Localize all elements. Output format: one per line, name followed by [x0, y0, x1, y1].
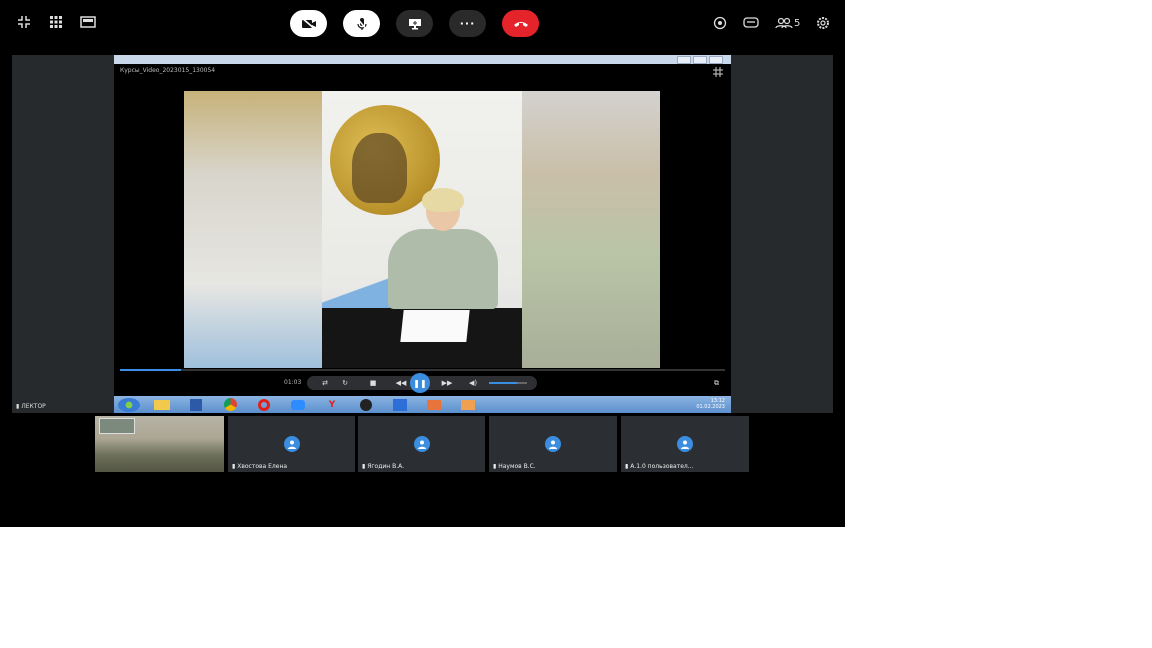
- participants-count: 5: [794, 17, 801, 29]
- participants-icon[interactable]: 5: [775, 15, 800, 31]
- participant-name: Ягодин В.А.: [367, 463, 405, 470]
- screen-share-button[interactable]: [396, 10, 433, 37]
- volume-slider[interactable]: [489, 382, 527, 384]
- explorer-icon[interactable]: [150, 398, 174, 412]
- seek-bar[interactable]: [120, 369, 725, 371]
- participant-name: А.1.0 пользовател...: [630, 463, 694, 470]
- camera-off-button[interactable]: [290, 10, 327, 37]
- user-avatar-icon: [677, 436, 693, 452]
- camera-off-icon: [300, 17, 317, 30]
- participant-tile[interactable]: ▮ А.1.0 пользовател...: [621, 416, 749, 472]
- user-avatar-icon: [545, 436, 561, 452]
- windows-taskbar: Y 13:12 01.02.2023: [114, 396, 731, 413]
- more-button[interactable]: ···: [449, 10, 486, 37]
- screen-share-icon: [408, 18, 421, 29]
- user-avatar-icon: [413, 436, 430, 452]
- save-icon[interactable]: [184, 398, 208, 412]
- maximize-icon[interactable]: [693, 56, 707, 64]
- window-titlebar: [114, 55, 731, 64]
- participant-name-wrap: ▮ Наумов В.С.: [493, 463, 536, 470]
- participant-name-wrap: ▮ А.1.0 пользовател...: [625, 463, 693, 470]
- repeat-icon[interactable]: ↻: [335, 378, 355, 388]
- mic-off-button[interactable]: [343, 10, 380, 37]
- minimize-icon[interactable]: [677, 56, 691, 64]
- fast-forward-icon[interactable]: ▶▶: [437, 378, 457, 388]
- participant-tile[interactable]: ▮ Ягодин В.А.: [358, 416, 485, 472]
- system-clock: 13:12 01.02.2023: [696, 398, 725, 410]
- video-conference-app: ··· 5 ▮ ЛЕКТОР Курсы_Video_2023015_13005…: [0, 0, 845, 527]
- pause-button[interactable]: ❚❚: [410, 373, 430, 393]
- settings-icon[interactable]: [816, 15, 830, 31]
- volume-icon[interactable]: ◀): [463, 378, 483, 388]
- paper-sheet: [400, 310, 470, 342]
- start-button-icon[interactable]: [118, 397, 140, 412]
- zoom-icon[interactable]: [286, 398, 310, 412]
- participant-tile[interactable]: ▮ Хвостова Елена: [228, 416, 355, 472]
- stop-icon[interactable]: ■: [363, 378, 383, 388]
- self-view-thumbnail: [99, 418, 135, 434]
- video-title: Курсы_Video_2023015_130054: [120, 67, 216, 74]
- video-blur-left: [184, 91, 322, 368]
- participant-tile[interactable]: ▮ Наумов В.С.: [489, 416, 617, 472]
- speaker-body: [388, 229, 498, 309]
- miniplayer-icon[interactable]: ⧉: [714, 379, 719, 388]
- video-speaker-view: [322, 91, 522, 368]
- screen-layout-icon[interactable]: [80, 14, 96, 30]
- grid-view-icon[interactable]: [48, 14, 64, 30]
- player-controls: 01:03 ⇄ ↻ ■ ◀◀ ❚❚ ▶▶ ◀) ⧉: [114, 373, 731, 393]
- video-file-icon[interactable]: [456, 398, 480, 412]
- participant-name: Наумов В.С.: [498, 463, 536, 470]
- stage-speaker-label: ▮ ЛЕКТОР: [16, 403, 46, 410]
- participant-name-wrap: ▮ Ягодин В.А.: [362, 463, 404, 470]
- rewind-icon[interactable]: ◀◀: [391, 378, 411, 388]
- shared-screen: Курсы_Video_2023015_130054 01:03 ⇄ ↻ ■ ◀…: [114, 55, 731, 413]
- call-controls: ···: [290, 10, 539, 37]
- mic-off-icon: [355, 17, 368, 30]
- chrome-icon[interactable]: [218, 398, 242, 412]
- session-tools: 5: [713, 15, 830, 31]
- hang-up-icon: [513, 21, 528, 27]
- record-icon[interactable]: [713, 15, 727, 31]
- participant-name-wrap: ▮ Хвостова Елена: [232, 463, 287, 470]
- speaker-hair: [422, 188, 464, 212]
- speed-icon[interactable]: ⇄: [315, 378, 335, 388]
- close-icon[interactable]: [709, 56, 723, 64]
- elapsed-time: 01:03: [284, 379, 302, 386]
- player-control-pill: ⇄ ↻ ■ ◀◀ ❚❚ ▶▶ ◀): [307, 373, 537, 393]
- fullscreen-grid-icon[interactable]: [713, 67, 723, 77]
- app-window-icon[interactable]: [388, 398, 412, 412]
- view-controls: [16, 14, 96, 30]
- participant-tile-camera[interactable]: [95, 416, 224, 472]
- end-call-button[interactable]: [502, 10, 539, 37]
- seek-progress: [120, 369, 181, 371]
- presentation-icon[interactable]: [422, 398, 446, 412]
- clock-date: 01.02.2023: [696, 404, 725, 410]
- video-frame: [184, 91, 660, 368]
- opera-icon[interactable]: [252, 398, 276, 412]
- participant-name: Хвостова Елена: [237, 463, 288, 470]
- video-blur-right: [522, 91, 660, 368]
- chat-icon[interactable]: [743, 15, 759, 31]
- yandex-icon[interactable]: Y: [320, 398, 344, 412]
- user-avatar-icon: [283, 436, 300, 452]
- more-icon: ···: [459, 17, 476, 30]
- media-player-icon[interactable]: [354, 398, 378, 412]
- collapse-icon[interactable]: [16, 14, 32, 30]
